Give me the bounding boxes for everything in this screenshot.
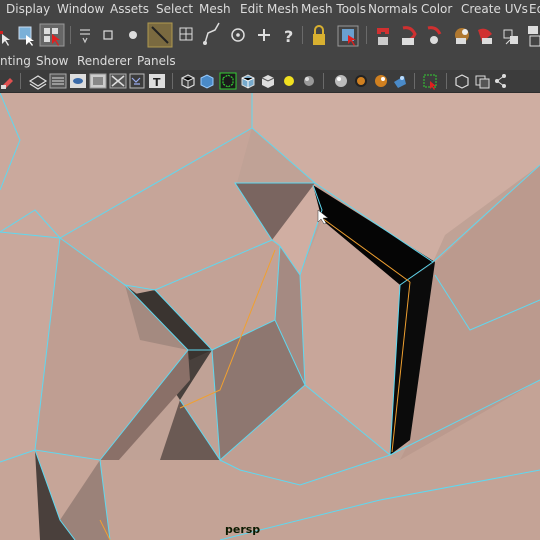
light-icon[interactable]	[355, 75, 367, 87]
grid-icon[interactable]	[241, 74, 255, 89]
viewport-toolbar: T	[0, 70, 540, 93]
menu-shading[interactable]: nting	[0, 54, 31, 68]
panel-menu-bar: nting Show Renderer Panels	[0, 51, 540, 70]
snap-curve-icon[interactable]	[231, 28, 245, 42]
ambient-occlusion-icon[interactable]	[375, 75, 387, 87]
menu-mesh[interactable]: Mesh	[199, 2, 231, 16]
menu-color[interactable]: Color	[421, 2, 452, 16]
menu-window[interactable]: Window	[57, 2, 104, 16]
lock-icon[interactable]	[313, 25, 325, 45]
render-settings-icon[interactable]	[478, 28, 492, 44]
pivot-icon[interactable]	[103, 30, 113, 40]
status-line-toolbar: ?	[0, 18, 540, 51]
texture-icon[interactable]	[109, 73, 127, 89]
bounding-box-icon[interactable]	[89, 73, 107, 89]
ipr-render-icon[interactable]	[455, 28, 469, 44]
menu-assets[interactable]: Assets	[110, 2, 149, 16]
hud-icon[interactable]	[261, 75, 275, 88]
paint-select-icon[interactable]	[39, 23, 65, 47]
menu-edit-mesh[interactable]: Edit Mesh	[240, 2, 299, 16]
menu-display[interactable]: Display	[6, 2, 50, 16]
render-view-icon[interactable]	[528, 26, 540, 47]
menu-show[interactable]: Show	[36, 54, 68, 68]
smooth-shade-icon[interactable]	[49, 73, 67, 89]
lasso-icon[interactable]	[18, 26, 34, 46]
viewport-toolbar-icons: T	[1, 72, 506, 90]
object-mode-icon[interactable]	[129, 31, 137, 39]
status-line-icons: ?	[0, 22, 540, 48]
wireframe-icon[interactable]	[28, 75, 48, 90]
svg-text:?: ?	[284, 27, 293, 46]
sphere-shade-icon[interactable]	[335, 75, 347, 87]
camera-icon[interactable]	[1, 78, 13, 89]
resolution-gate-icon[interactable]	[284, 76, 294, 86]
film-gate-icon[interactable]	[304, 76, 314, 86]
perspective-viewport[interactable]	[0, 93, 540, 540]
lights-icon[interactable]: T	[149, 74, 165, 89]
share-icon[interactable]	[495, 74, 506, 88]
hypershade-icon[interactable]	[503, 29, 518, 45]
component-mode-icon[interactable]	[147, 22, 173, 48]
two-pane-icon[interactable]	[475, 75, 490, 89]
soft-select-icon[interactable]	[80, 29, 90, 44]
help-icon[interactable]: ?	[284, 27, 293, 46]
camera-label: persp	[225, 523, 261, 536]
default-material-icon[interactable]	[129, 73, 145, 89]
history-icon[interactable]	[402, 26, 417, 45]
magnet-icon[interactable]	[377, 28, 389, 45]
main-menu-bar: Display Window Assets Select Mesh Edit M…	[0, 0, 540, 18]
menu-renderer[interactable]: Renderer	[77, 54, 132, 68]
mesh-geometry	[0, 93, 540, 540]
render-icon[interactable]	[427, 26, 442, 44]
menu-edit-uvs[interactable]: Ed	[529, 2, 540, 16]
selection-highlight-icon[interactable]	[423, 74, 437, 90]
xray-icon[interactable]	[219, 72, 237, 90]
snap-point-icon[interactable]	[258, 29, 270, 41]
isolate-icon[interactable]	[200, 74, 214, 89]
menu-create-uvs[interactable]: Create UVs	[461, 2, 528, 16]
svg-text:T: T	[153, 76, 161, 89]
menu-select[interactable]: Select	[156, 2, 193, 16]
menu-mesh-tools[interactable]: Mesh Tools	[301, 2, 366, 16]
flat-shade-icon[interactable]	[70, 74, 86, 88]
snap-grid-icon[interactable]	[203, 22, 220, 45]
select-tool-icon[interactable]	[0, 31, 10, 46]
shadow-icon[interactable]	[181, 74, 195, 89]
motion-blur-icon[interactable]	[394, 76, 406, 88]
menu-normals[interactable]: Normals	[368, 2, 418, 16]
menu-panels[interactable]: Panels	[137, 54, 176, 68]
snap-plane-icon[interactable]	[337, 25, 359, 47]
isolate-select-icon[interactable]	[455, 74, 469, 89]
multi-edit-icon[interactable]	[179, 27, 193, 41]
